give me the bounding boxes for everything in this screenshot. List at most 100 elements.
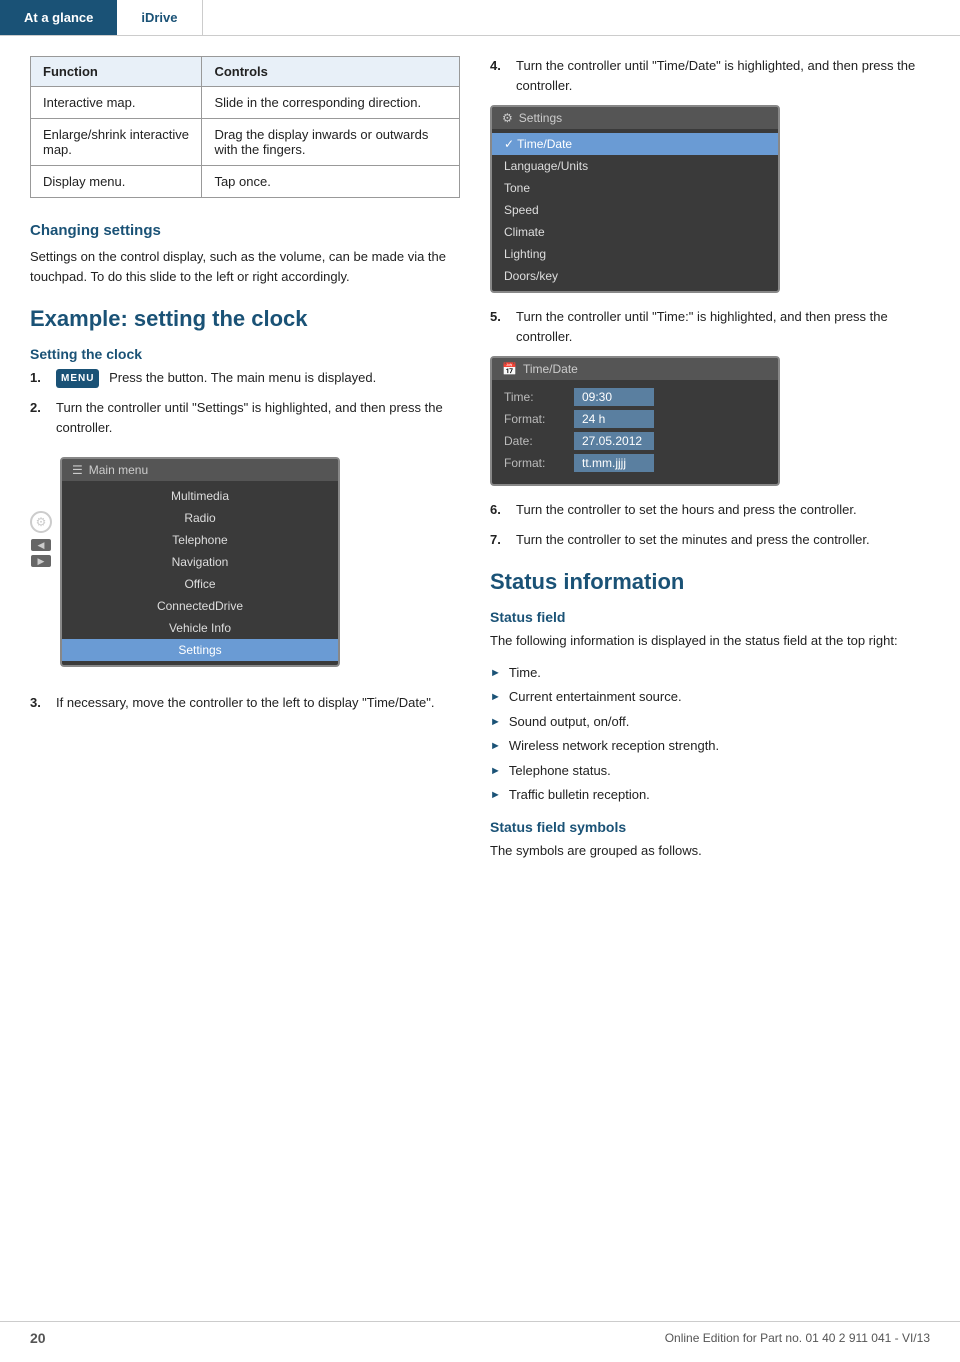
list-item-step1: 1. MENU Press the button. The main menu … <box>30 368 460 388</box>
steps-list-right-3: 6. Turn the controller to set the hours … <box>490 500 930 549</box>
time-format-label: Format: <box>504 412 574 426</box>
list-item-sound: ► Sound output, on/off. <box>490 712 930 732</box>
menu-item-navigation: Navigation <box>62 551 338 573</box>
page-footer: 20 Online Edition for Part no. 01 40 2 9… <box>0 1321 960 1346</box>
steps-list-right: 4. Turn the controller until "Time/Date"… <box>490 56 930 95</box>
date-label: Date: <box>504 434 574 448</box>
step-number-3: 3. <box>30 693 48 713</box>
list-item-step7: 7. Turn the controller to set the minute… <box>490 530 930 550</box>
timedate-row-date: Date: 27.05.2012 <box>504 432 766 450</box>
status-item-sound: Sound output, on/off. <box>509 712 629 732</box>
main-menu-items: Multimedia Radio Telephone Navigation Of… <box>62 481 338 665</box>
settings-menu-items: ✓ Time/Date Language/Units Tone Speed Cl… <box>492 129 778 291</box>
step-number-6: 6. <box>490 500 508 520</box>
date-value: 27.05.2012 <box>574 432 654 450</box>
main-menu-title-text: Main menu <box>89 463 148 477</box>
list-item-step6: 6. Turn the controller to set the hours … <box>490 500 930 520</box>
settings-item-timedate: ✓ Time/Date <box>492 133 778 155</box>
timedate-screen: 📅 Time/Date Time: 09:30 Format: 24 h Dat… <box>490 356 780 486</box>
date-format-label: Format: <box>504 456 574 470</box>
settings-screen: ⚙ Settings ✓ Time/Date Language/Units To… <box>490 105 780 293</box>
settings-item-climate: Climate <box>492 221 778 243</box>
bullet-arrow-icon: ► <box>490 738 501 755</box>
calendar-icon: 📅 <box>502 362 517 376</box>
settings-item-lighting: Lighting <box>492 243 778 265</box>
table-row: Display menu. Tap once. <box>31 166 460 198</box>
menu-item-connecteddrive: ConnectedDrive <box>62 595 338 617</box>
status-field-items: ► Time. ► Current entertainment source. … <box>490 663 930 805</box>
list-item-entertainment: ► Current entertainment source. <box>490 687 930 707</box>
table-cell-function: Enlarge/shrink interactive map. <box>31 119 202 166</box>
steps-list-left: 1. MENU Press the button. The main menu … <box>30 368 460 437</box>
timedate-title-text: Time/Date <box>523 362 578 376</box>
status-item-time: Time. <box>509 663 541 683</box>
status-item-telephone: Telephone status. <box>509 761 611 781</box>
status-field-symbols-heading: Status field symbols <box>490 819 930 835</box>
tab-idrive[interactable]: iDrive <box>117 0 202 35</box>
settings-item-doorskey: Doors/key <box>492 265 778 287</box>
gear-icon: ⚙ <box>30 511 52 533</box>
time-value: 09:30 <box>574 388 654 406</box>
menu-button-icon: MENU <box>56 369 99 388</box>
edition-text: Online Edition for Part no. 01 40 2 911 … <box>665 1331 930 1345</box>
time-format-value: 24 h <box>574 410 654 428</box>
menu-item-multimedia: Multimedia <box>62 485 338 507</box>
bullet-arrow-icon: ► <box>490 787 501 804</box>
list-item-wireless: ► Wireless network reception strength. <box>490 736 930 756</box>
step-number-1: 1. <box>30 368 48 388</box>
timedate-title-bar: 📅 Time/Date <box>492 358 778 380</box>
list-item-time: ► Time. <box>490 663 930 683</box>
table-cell-controls: Drag the display inwards or outwards wit… <box>202 119 460 166</box>
table-row: Enlarge/shrink interactive map. Drag the… <box>31 119 460 166</box>
timedate-row-format1: Format: 24 h <box>504 410 766 428</box>
table-header-function: Function <box>31 57 202 87</box>
status-item-wireless: Wireless network reception strength. <box>509 736 719 756</box>
menu-item-office: Office <box>62 573 338 595</box>
nav-right-button: ▶ <box>31 555 51 567</box>
table-cell-controls: Tap once. <box>202 166 460 198</box>
function-controls-table: Function Controls Interactive map. Slide… <box>30 56 460 198</box>
table-row: Interactive map. Slide in the correspond… <box>31 87 460 119</box>
settings-item-languageunits: Language/Units <box>492 155 778 177</box>
table-header-controls: Controls <box>202 57 460 87</box>
menu-item-radio: Radio <box>62 507 338 529</box>
timedate-row-time: Time: 09:30 <box>504 388 766 406</box>
timedate-grid: Time: 09:30 Format: 24 h Date: 27.05.201… <box>492 380 778 484</box>
status-field-heading: Status field <box>490 609 930 625</box>
settings-icon: ⚙ <box>502 111 513 125</box>
step2-text: Turn the controller until "Settings" is … <box>56 398 460 437</box>
status-item-traffic: Traffic bulletin reception. <box>509 785 650 805</box>
status-field-body: The following information is displayed i… <box>490 631 930 651</box>
table-cell-function: Interactive map. <box>31 87 202 119</box>
changing-settings-heading: Changing settings <box>30 222 460 239</box>
bullet-arrow-icon: ► <box>490 763 501 780</box>
tab-at-glance[interactable]: At a glance <box>0 0 117 35</box>
step6-text: Turn the controller to set the hours and… <box>516 500 857 520</box>
list-item-traffic: ► Traffic bulletin reception. <box>490 785 930 805</box>
right-column: 4. Turn the controller until "Time/Date"… <box>490 56 930 872</box>
step-number-7: 7. <box>490 530 508 550</box>
menu-item-vehicleinfo: Vehicle Info <box>62 617 338 639</box>
steps-list-left-2: 3. If necessary, move the controller to … <box>30 693 460 713</box>
main-menu-title-bar: ☰ Main menu <box>62 459 338 481</box>
example-heading: Example: setting the clock <box>30 306 460 332</box>
settings-title-bar: ⚙ Settings <box>492 107 778 129</box>
table-cell-controls: Slide in the corresponding direction. <box>202 87 460 119</box>
steps-list-right-2: 5. Turn the controller until "Time:" is … <box>490 307 930 346</box>
menu-item-telephone: Telephone <box>62 529 338 551</box>
status-information-heading: Status information <box>490 569 930 595</box>
changing-settings-body: Settings on the control display, such as… <box>30 247 460 286</box>
step-number-5: 5. <box>490 307 508 327</box>
page-number: 20 <box>30 1330 46 1346</box>
top-navigation: At a glance iDrive <box>0 0 960 36</box>
list-item-step4: 4. Turn the controller until "Time/Date"… <box>490 56 930 95</box>
step1-content: MENU Press the button. The main menu is … <box>56 368 376 388</box>
page-content: Function Controls Interactive map. Slide… <box>0 36 960 892</box>
list-item-step3: 3. If necessary, move the controller to … <box>30 693 460 713</box>
timedate-row-format2: Format: tt.mm.jjjj <box>504 454 766 472</box>
step-number-4: 4. <box>490 56 508 76</box>
bullet-arrow-icon: ► <box>490 665 501 682</box>
settings-title-text: Settings <box>519 111 562 125</box>
date-format-value: tt.mm.jjjj <box>574 454 654 472</box>
nav-left-button: ◀ <box>31 539 51 551</box>
